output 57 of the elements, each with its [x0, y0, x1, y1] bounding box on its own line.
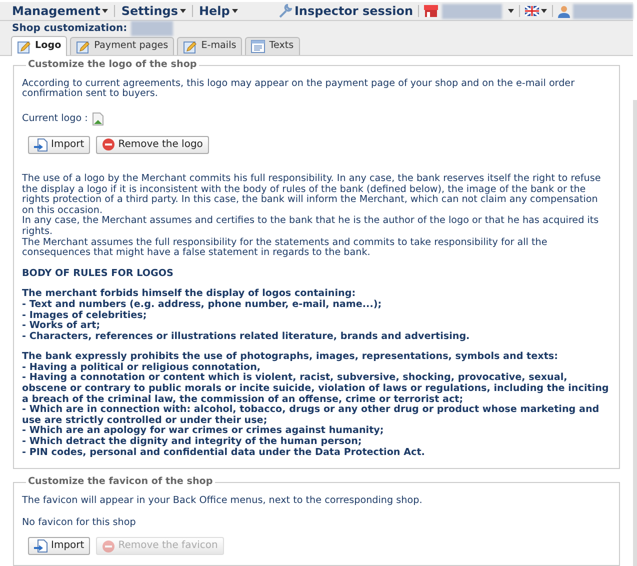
tab[interactable]: Logo	[11, 36, 68, 56]
shop-selector[interactable]	[424, 4, 514, 19]
caret-icon	[180, 9, 186, 14]
language-selector[interactable]	[525, 6, 547, 16]
rule-item: - Which are an apology for war crimes or crimes against humanity;	[22, 426, 385, 436]
caret-icon	[102, 9, 108, 14]
remove-button[interactable]: Remove the logo	[96, 136, 209, 154]
shop-icon	[424, 4, 438, 18]
import-icon	[34, 539, 48, 553]
rule-item: - Having a connotation or content which is violent, racist, subversive, shocking, provocative, sexual, obscene or contrary to public morals or incite suicide, violation of laws or regulations, including the inciting a breach of the criminal law, the commission of an offense, crime or terrorist act;	[22, 373, 610, 405]
intro-text: The favicon will appear in your Back Office menus, next to the corresponding shop.	[22, 496, 424, 506]
flag-icon	[525, 6, 539, 16]
rule-item: - Characters, references or illustrations related literature, brands and advertising.	[22, 332, 471, 342]
user-icon	[558, 4, 570, 18]
tab[interactable]: Payment pages	[70, 37, 174, 56]
remove-icon	[102, 540, 116, 552]
menu-item[interactable]: Management	[12, 2, 108, 20]
remove-icon	[102, 138, 116, 152]
redacted-field	[131, 21, 174, 36]
wrench-icon	[278, 4, 292, 18]
rules-heading: The bank expressly prohibits the use of photographs, images, representations, symbols and texts:	[22, 352, 559, 362]
caret-icon	[508, 9, 514, 14]
rule-item: - Text and numbers (e.g. address, phone number, e-mail, name...);	[22, 300, 383, 310]
redacted-field	[573, 4, 633, 19]
caret-icon	[541, 9, 547, 14]
rule-item: - PIN codes, personal and confidential data under the Data Protection Act.	[22, 448, 426, 458]
section-legend: Customize the favicon of the shop	[26, 477, 215, 488]
import-button[interactable]: Import	[28, 136, 90, 154]
menu-item[interactable]: Help	[199, 2, 238, 20]
menu-item[interactable]: Settings	[121, 2, 186, 20]
policy-paragraph: In any case, the Merchant assumes and certifies to the bank that he is the author of the logo or that he has acquired its rights.	[22, 216, 600, 238]
page-title: Shop customization:	[12, 22, 128, 36]
pencil-document-icon	[76, 40, 90, 54]
rule-item: - Having a political or religious connotation,	[22, 362, 261, 373]
pencil-document-icon	[17, 40, 31, 54]
favicon-status: No favicon for this shop	[22, 518, 137, 529]
rules-title: BODY OF RULES FOR LOGOS	[22, 268, 174, 280]
rule-item: - Images of celebrities;	[22, 310, 148, 320]
tab[interactable]: E-mails	[177, 37, 242, 56]
rules-heading: The merchant forbids himself the display of logos containing:	[22, 289, 357, 300]
caret-icon	[232, 9, 238, 14]
policy-paragraph: The use of a logo by the Merchant commits his full responsibility. In any case, the bank reserves itself the right to refuse the display a logo if it is inconsistent with the body of rules of the bank (defined below), the image of the bank or the rights protection of a third party. In this case, the bank will inform the Merchant, which can not claim any compensation on this occasion.	[22, 174, 602, 216]
rule-item: - Which are in connection with: alcohol, tobacco, drugs or any other drug or product whose marketing and use are strictly controlled or under their use;	[22, 405, 600, 426]
list-window-icon	[251, 40, 266, 54]
pencil-document-icon	[183, 40, 198, 54]
import-icon	[34, 138, 48, 152]
import-button[interactable]: Import	[28, 537, 90, 555]
current-logo-label: Current logo :	[22, 114, 88, 124]
section-legend: Customize the logo of the shop	[26, 60, 199, 71]
policy-paragraph: The Merchant assumes the full responsibility for the statements and commits to take responsibility for all the consequences that might have a false statement in regards to the bank.	[22, 238, 548, 259]
session-label: Inspector session	[294, 3, 413, 20]
rule-item: - Which detract the dignity and integrity of the human person;	[22, 437, 363, 448]
redacted-field	[442, 4, 502, 19]
broken-image-icon	[92, 112, 104, 126]
tab[interactable]: Texts	[245, 37, 300, 56]
rule-item: - Works of art;	[22, 321, 102, 332]
intro-text: According to current agreements, this logo may appear on the payment page of your shop and on the e-mail order confirmation sent to buyers.	[22, 78, 576, 100]
